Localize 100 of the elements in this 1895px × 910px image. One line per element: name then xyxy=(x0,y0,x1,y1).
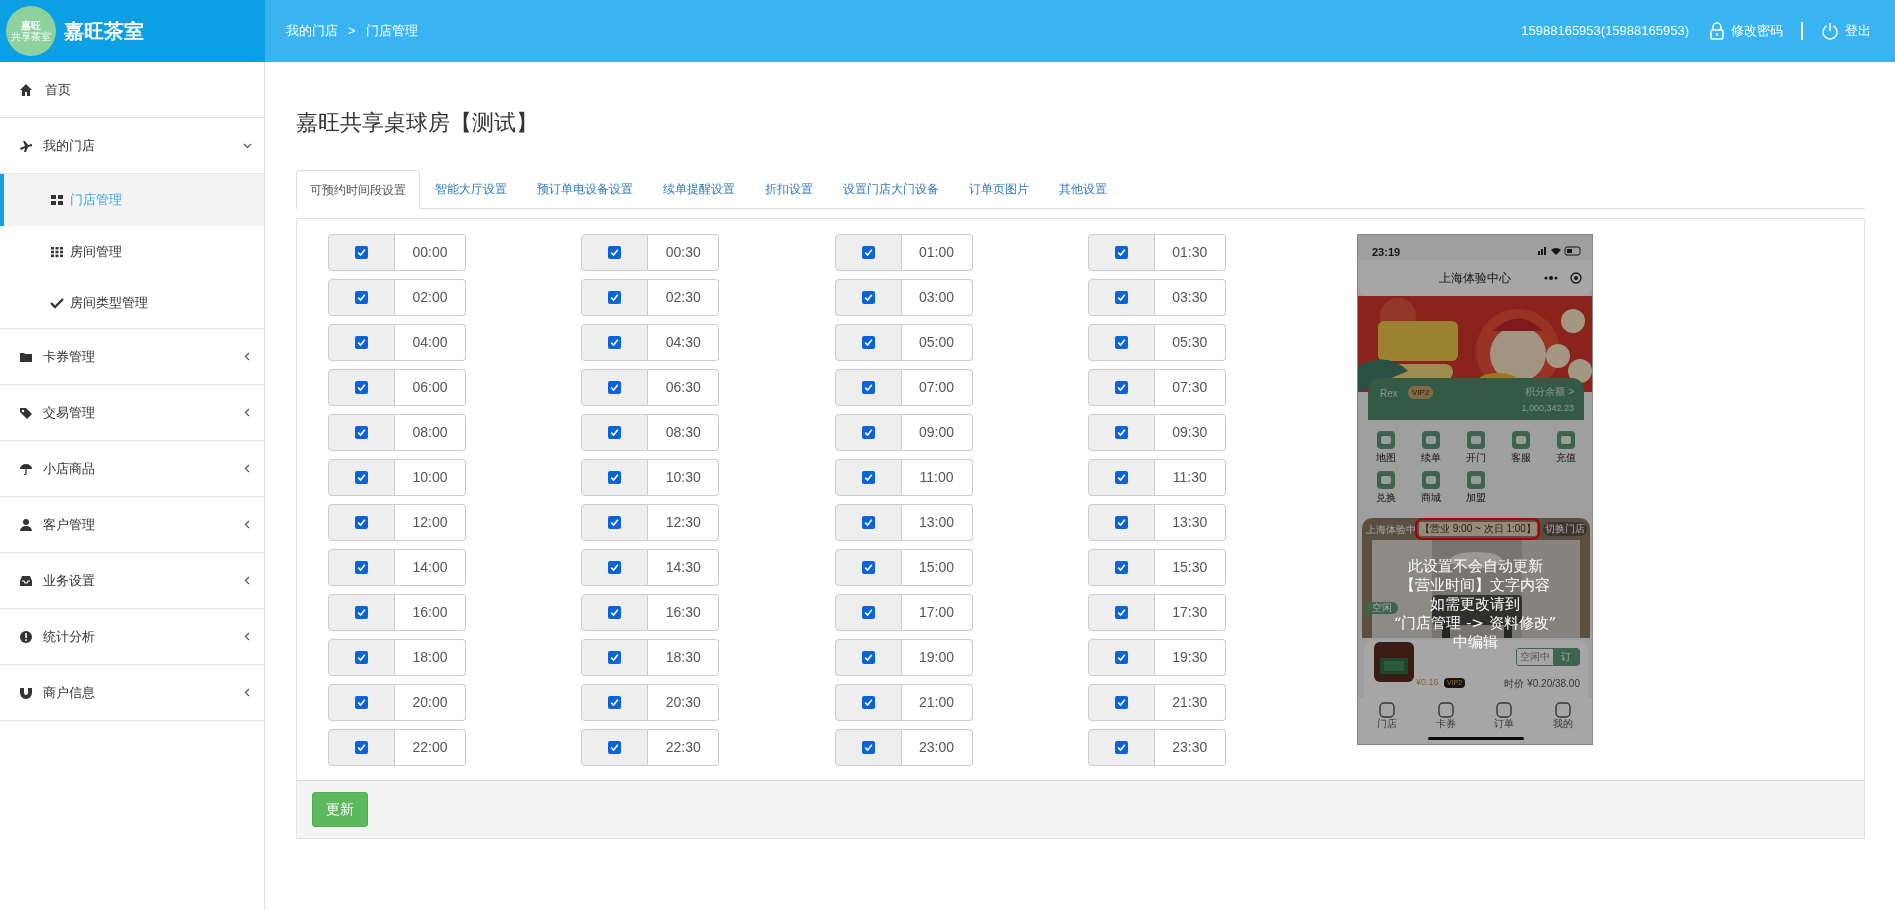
sidebar-item[interactable]: 卡券管理 xyxy=(0,329,264,385)
checkbox[interactable] xyxy=(608,651,622,664)
checkbox[interactable] xyxy=(355,696,368,709)
checkbox[interactable] xyxy=(355,606,368,619)
notice-text: “门店管理 -> 资料修改” xyxy=(1393,614,1557,633)
shortcut-label[interactable]: 地图 xyxy=(1376,452,1397,464)
nav-icon xyxy=(1378,702,1397,718)
checkbox[interactable] xyxy=(1114,516,1128,529)
checkbox[interactable] xyxy=(1114,426,1128,439)
checkbox[interactable] xyxy=(861,516,875,529)
checkbox[interactable] xyxy=(861,426,875,439)
sidebar-item[interactable]: 商户信息 xyxy=(0,665,264,721)
app-icon xyxy=(1421,470,1442,490)
tab[interactable]: 预订单电设备设置 xyxy=(522,169,648,208)
brand-name: 嘉旺茶室 xyxy=(64,19,144,44)
time-label: 23:00 xyxy=(901,729,973,766)
checkbox[interactable] xyxy=(1114,291,1128,304)
sidebar-item[interactable]: 业务设置 xyxy=(0,553,264,609)
checkbox[interactable] xyxy=(861,291,875,304)
app-icon xyxy=(1555,430,1576,450)
checkbox[interactable] xyxy=(355,561,368,574)
points-label: 积分余额 > xyxy=(1525,385,1574,399)
checkbox[interactable] xyxy=(861,696,875,709)
checkbox[interactable] xyxy=(608,561,622,574)
checkbox[interactable] xyxy=(861,561,875,574)
checkbox[interactable] xyxy=(355,651,368,664)
time-label: 23:30 xyxy=(1154,729,1226,766)
sidebar-item[interactable]: 客户管理 xyxy=(0,497,264,553)
shortcut-label[interactable]: 加盟 xyxy=(1466,492,1486,504)
tab-bar-item[interactable]: 订单 xyxy=(1494,702,1515,744)
checkbox[interactable] xyxy=(1114,381,1128,394)
sidebar-subitem[interactable]: 房间管理 xyxy=(0,226,264,277)
time-label: 10:30 xyxy=(648,459,720,496)
shortcut-label[interactable]: 商城 xyxy=(1421,492,1442,504)
shortcut-label[interactable]: 客服 xyxy=(1510,452,1531,464)
checkbox[interactable] xyxy=(861,606,875,619)
checkbox[interactable] xyxy=(608,741,622,754)
checkbox[interactable] xyxy=(1114,606,1128,619)
shortcut-label[interactable]: 充值 xyxy=(1555,452,1576,464)
app-icon xyxy=(1466,470,1486,490)
shortcut-label[interactable]: 续单 xyxy=(1421,452,1442,464)
checkbox[interactable] xyxy=(861,741,875,754)
checkbox[interactable] xyxy=(608,381,622,394)
tab[interactable]: 设置门店大门设备 xyxy=(828,169,954,208)
tab[interactable]: 折扣设置 xyxy=(750,169,828,208)
time-label: 19:30 xyxy=(1154,639,1226,676)
checkbox[interactable] xyxy=(608,471,622,484)
sidebar-item[interactable]: 小店商品 xyxy=(0,441,264,497)
tags-icon xyxy=(19,405,33,420)
checkbox[interactable] xyxy=(608,246,622,259)
checkbox[interactable] xyxy=(861,336,875,349)
tab-bar-item[interactable]: 我的 xyxy=(1552,702,1573,744)
checkbox[interactable] xyxy=(355,246,368,259)
checkbox[interactable] xyxy=(1114,741,1128,754)
checkbox[interactable] xyxy=(608,696,622,709)
tab[interactable]: 续单提醒设置 xyxy=(648,169,750,208)
checkbox[interactable] xyxy=(355,291,368,304)
list-price: 时价 ¥0.20/38.00 xyxy=(1504,677,1580,691)
sidebar-item[interactable]: 首页 xyxy=(0,62,264,118)
checkbox[interactable] xyxy=(1114,651,1128,664)
status-time: 23:19 xyxy=(1372,245,1401,260)
checkbox[interactable] xyxy=(861,651,875,664)
checkbox[interactable] xyxy=(355,516,368,529)
checkbox[interactable] xyxy=(355,471,368,484)
checkbox[interactable] xyxy=(1114,336,1128,349)
tab[interactable]: 其他设置 xyxy=(1044,169,1122,208)
tab[interactable]: 订单页图片 xyxy=(954,169,1044,208)
time-label: 06:00 xyxy=(395,369,466,406)
checkbox[interactable] xyxy=(608,291,622,304)
checkbox[interactable] xyxy=(861,246,875,259)
checkbox[interactable] xyxy=(608,336,622,349)
checkbox[interactable] xyxy=(608,426,622,439)
checkbox[interactable] xyxy=(355,426,368,439)
tab[interactable]: 可预约时间段设置 xyxy=(296,170,420,209)
checkbox[interactable] xyxy=(608,606,622,619)
tab-bar-item[interactable]: 门店 xyxy=(1377,702,1398,744)
tab[interactable]: 智能大厅设置 xyxy=(420,169,522,208)
checkbox[interactable] xyxy=(1114,561,1128,574)
checkbox[interactable] xyxy=(1114,696,1128,709)
shortcut-label[interactable]: 开门 xyxy=(1466,452,1486,464)
breadcrumb-separator: > xyxy=(348,22,356,41)
time-label: 18:00 xyxy=(395,639,466,676)
checkbox[interactable] xyxy=(355,381,368,394)
sidebar-item[interactable]: 交易管理 xyxy=(0,385,264,441)
checkbox[interactable] xyxy=(355,336,368,349)
checkbox[interactable] xyxy=(355,741,368,754)
switch-store-button[interactable]: 切换门店 xyxy=(1543,522,1587,536)
time-label: 10:00 xyxy=(395,459,466,496)
checkbox[interactable] xyxy=(861,381,875,394)
time-label: 22:00 xyxy=(395,729,466,766)
tab-bar-item[interactable]: 卡券 xyxy=(1435,702,1456,744)
checkbox[interactable] xyxy=(1114,246,1128,259)
nav-icon xyxy=(1436,702,1455,718)
time-label: 21:30 xyxy=(1154,684,1226,721)
shortcut-label[interactable]: 兑换 xyxy=(1376,492,1397,504)
sidebar-subitem[interactable]: 房间类型管理 xyxy=(0,277,264,328)
checkbox[interactable] xyxy=(608,516,622,529)
checkbox[interactable] xyxy=(861,471,875,484)
sidebar-item[interactable]: 统计分析 xyxy=(0,609,264,665)
checkbox[interactable] xyxy=(1114,471,1128,484)
